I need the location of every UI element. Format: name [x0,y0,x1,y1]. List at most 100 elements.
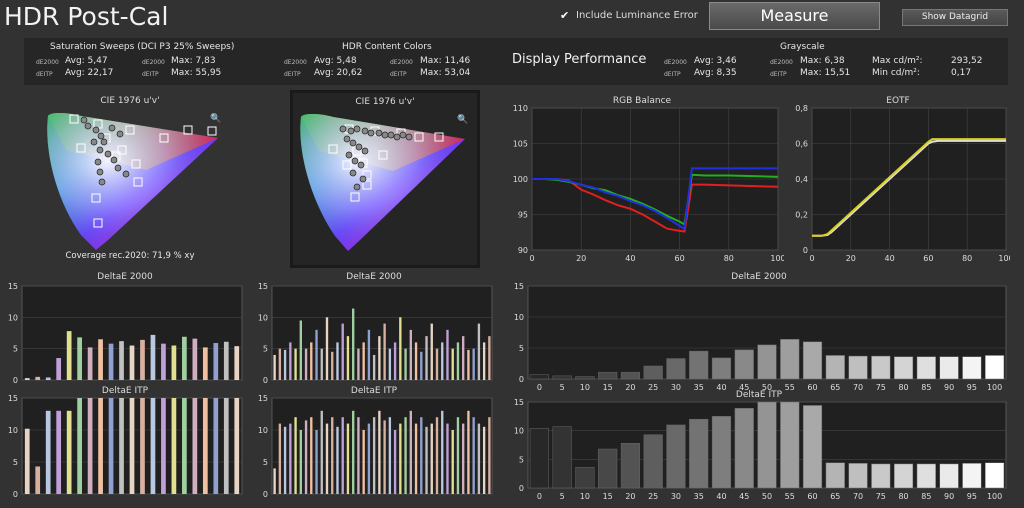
cie-plot: 🔍 [47,112,221,250]
bar [45,377,51,380]
avg-deitp: Avg: 20,62 [314,68,363,78]
bar [529,428,549,489]
bar [108,343,114,380]
bar [462,336,465,380]
y-tick-label: 0,8 [795,104,808,113]
y-tick-label: 0,2 [795,211,808,220]
x-tick-label: 80 [724,254,734,263]
y-tick-label: 0 [519,375,524,384]
zoom-icon: 🔍 [210,112,221,124]
bar [620,443,641,489]
bar [388,417,392,494]
bar [689,418,709,489]
x-tick-label: 80 [898,492,908,501]
bar [446,329,449,380]
bar [430,423,433,494]
bar [393,430,397,494]
bar [482,426,486,494]
x-tick-label: 30 [671,492,681,501]
x-tick-label: 80 [962,254,972,263]
cie-diagram-saturation[interactable]: CIE 1976 u'v' 🔍 Coverage rec.2020: 71,9 … [26,90,234,268]
bar [425,336,428,380]
show-datagrid-button[interactable]: Show Datagrid [902,9,1008,26]
bar [414,423,418,494]
bar [24,378,30,380]
bar [108,398,114,494]
measured-point [361,127,369,135]
bar [383,420,386,494]
bar [399,317,402,380]
bar [456,417,460,494]
bar [341,323,344,380]
bar [182,398,187,494]
x-tick-label: 60 [675,254,685,263]
bar [575,467,595,489]
y-tick-label: 10 [8,313,18,322]
bar [77,398,82,494]
bar [711,416,732,489]
bar [575,376,595,380]
bar [98,398,103,494]
stats-bar: Saturation Sweeps (DCI P3 25% Sweeps) dE… [24,38,1008,85]
measure-button[interactable]: Measure [709,2,880,30]
bar [161,398,166,494]
bar [273,354,276,380]
bar [129,398,135,494]
x-tick-label: 0 [809,254,814,263]
x-tick-label: 0 [537,492,542,501]
x-tick-label: 90 [944,492,954,501]
avg-deitp: Avg: 8,35 [694,68,737,78]
bar [119,341,124,380]
x-tick-label: 50 [762,492,772,501]
rgb-balance-plot: 90 95 100 105 110 0 20 40 60 80 100 [513,104,784,263]
bar [378,336,381,380]
bar [202,398,208,494]
max-deitp: Max: 15,51 [800,68,851,78]
bar [325,317,329,380]
hdr-de2000-plot: 0 5 10 15 [258,282,493,385]
hdr-content-title: HDR Content Colors [342,42,432,52]
measured-point [97,132,105,140]
bar [488,336,491,380]
bar [341,417,344,494]
bar [310,342,313,380]
max-luminance-label: Max cd/m²: [872,56,923,66]
bar [77,337,82,380]
measured-point [405,133,413,141]
y-tick-label: 10 [258,313,268,322]
include-luminance-checkbox[interactable]: ✔ Include Luminance Error [560,10,698,22]
bar [119,398,124,494]
bar [802,341,823,380]
measured-point [96,146,104,154]
deitp-label: dEITP [390,71,407,78]
deitp-label: dEITP [770,71,787,78]
bar [451,348,454,380]
measured-point [84,122,92,130]
bar [488,417,491,494]
saturation-de2000-plot: 0 5 10 15 [8,282,243,385]
measured-point [100,138,108,146]
max-de2000: Max: 11,46 [420,56,471,66]
bar [939,356,959,380]
deitp-label: dEITP [664,71,681,78]
bar [202,347,208,380]
deitp-label: dEITP [284,71,301,78]
y-tick-label: 5 [13,345,18,354]
y-tick-label: 90 [518,246,528,255]
x-tick-label: 35 [694,492,704,501]
measured-point [367,129,375,137]
y-tick-label: 10 [258,426,268,435]
bar [357,348,360,380]
bar [711,357,732,380]
include-luminance-label: Include Luminance Error [576,10,698,21]
bar [304,348,308,380]
bar [598,448,618,489]
x-tick-label: 100 [998,254,1010,263]
cie-diagram-hdr[interactable]: CIE 1976 u'v' 🔍 [290,90,480,268]
bar [388,348,392,380]
grayscale-itp-plot: 0 5 10 15 0 5 10 15 20 25 30 35 40 45 50 55 60 65 70 75 80 85… [514,398,1007,501]
bar [299,320,302,380]
bar [278,348,282,380]
avg-de2000: Avg: 5,47 [65,56,108,66]
y-tick-label: 0 [13,490,18,498]
